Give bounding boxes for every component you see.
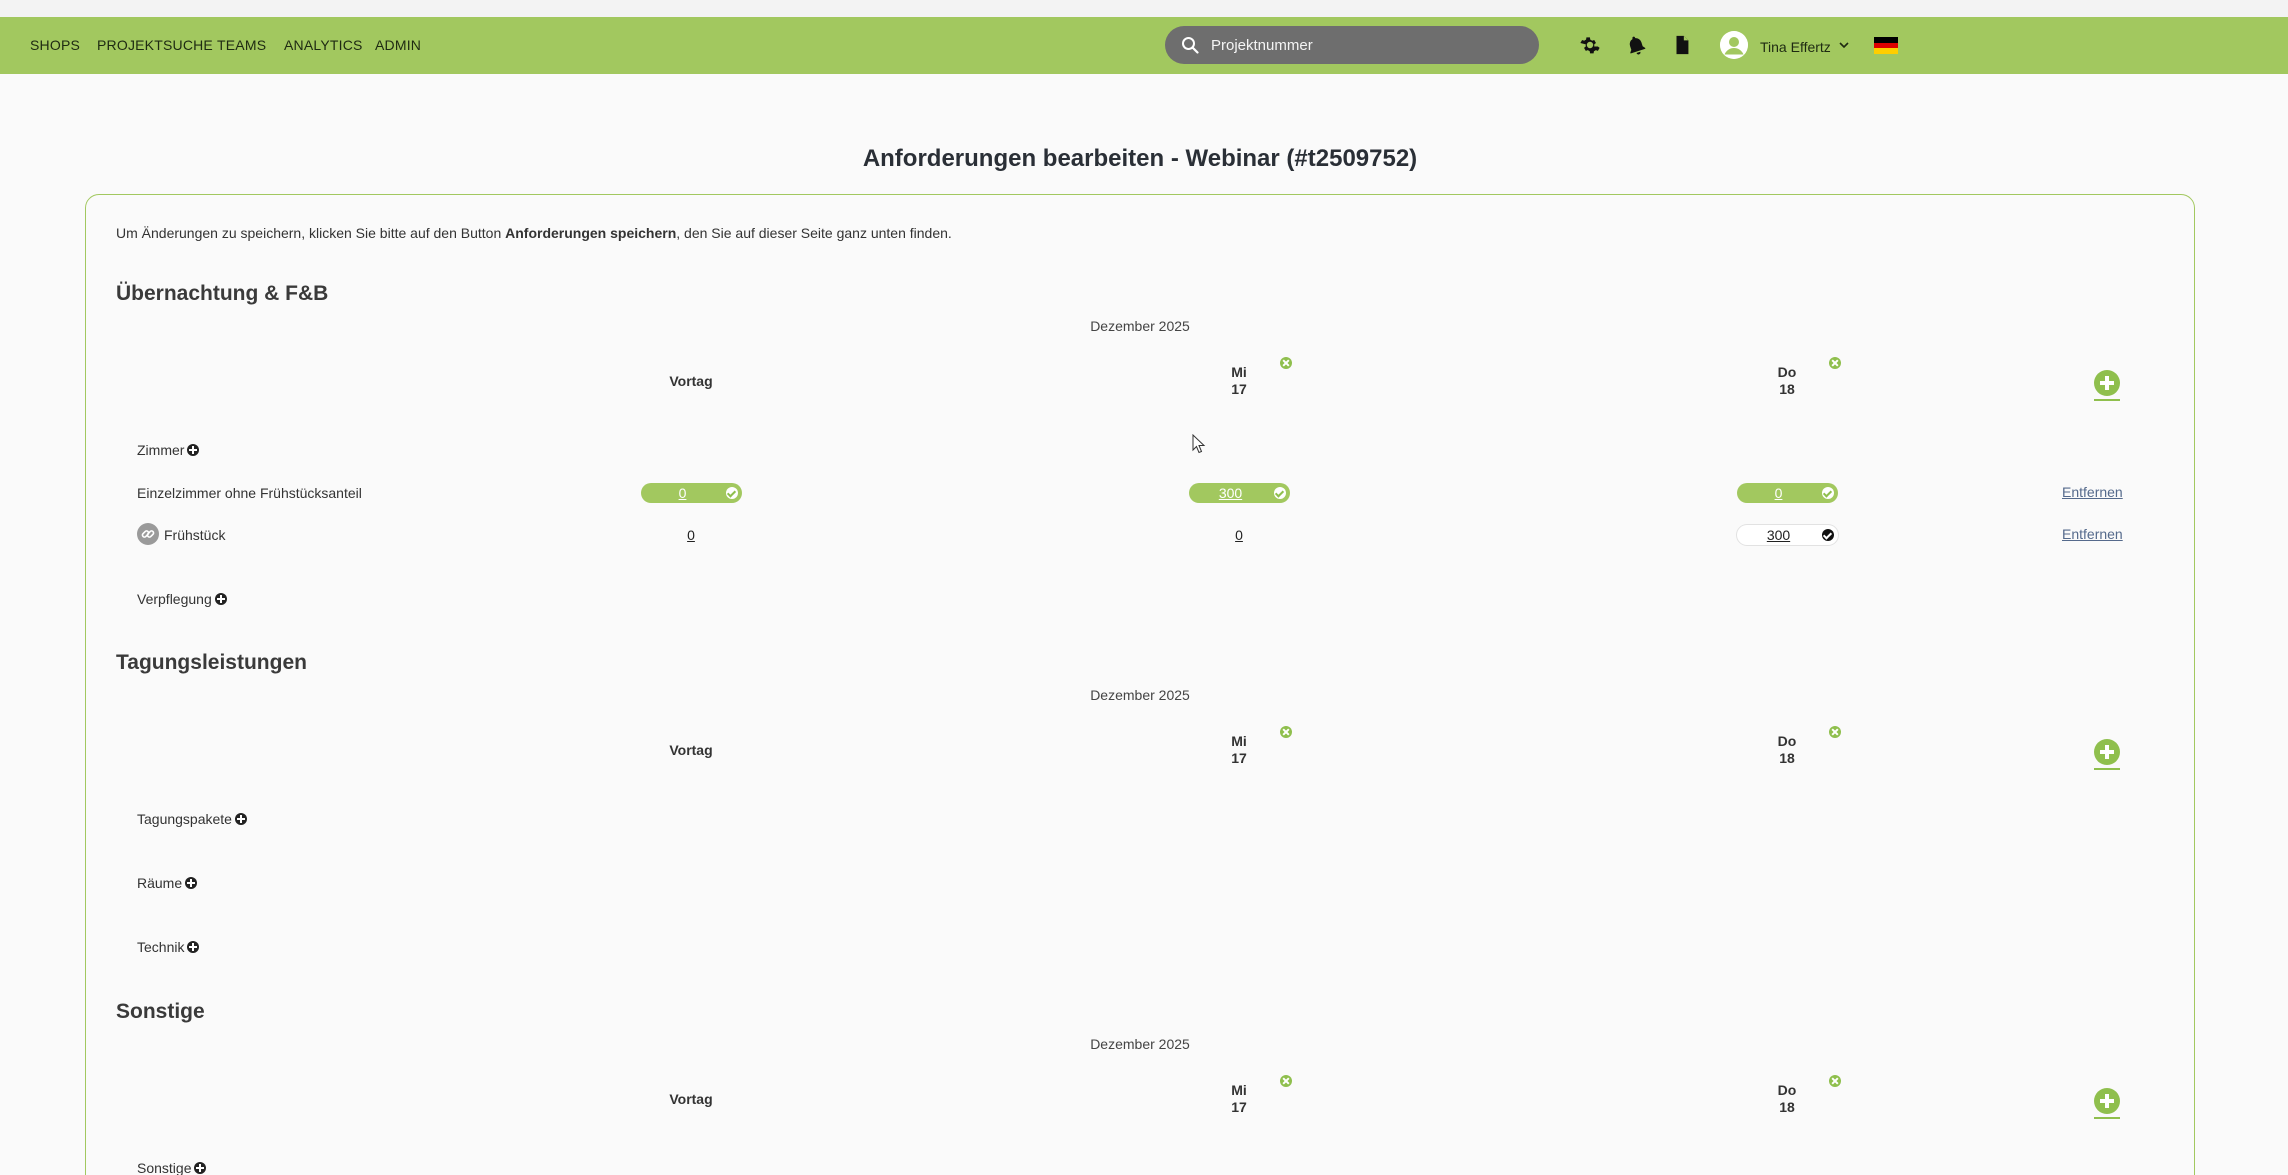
page-title: Anforderungen bearbeiten - Webinar (#t25… xyxy=(862,145,1418,172)
flag-de-icon[interactable] xyxy=(1874,37,1898,54)
value-fruehstueck-day-18[interactable]: 300 xyxy=(1737,525,1838,545)
avatar xyxy=(1720,31,1748,59)
link-icon[interactable] xyxy=(137,523,159,545)
nav-analytics[interactable]: ANALYTICS xyxy=(284,37,363,53)
nav-teams[interactable]: TEAMS xyxy=(217,37,266,53)
value-einzelzimmer-vortag[interactable]: 0 xyxy=(641,483,742,503)
column-day-18: Do 18 xyxy=(1777,364,1797,397)
column-day-18: Do 18 xyxy=(1777,733,1797,766)
browser-bookmark-strip xyxy=(0,0,2288,17)
check-icon xyxy=(1822,487,1834,499)
row-label-einzelzimmer: Einzelzimmer ohne Frühstücksanteil xyxy=(137,485,362,501)
user-name: Tina Effertz xyxy=(1760,39,1831,55)
project-search xyxy=(1165,26,1539,64)
nav-admin[interactable]: ADMIN xyxy=(375,37,421,53)
intro-text: Um Änderungen zu speichern, klicken Sie … xyxy=(116,225,952,241)
column-day-17: Mi 17 xyxy=(1231,1082,1247,1115)
check-icon xyxy=(1822,529,1834,541)
value-einzelzimmer-day-17[interactable]: 300 xyxy=(1189,483,1290,503)
column-vortag: Vortag xyxy=(669,1091,713,1107)
column-day-18: Do 18 xyxy=(1777,1082,1797,1115)
add-verpflegung-icon[interactable] xyxy=(214,593,227,605)
bell-icon[interactable] xyxy=(1625,34,1647,56)
value-fruehstueck-vortag[interactable]: 0 xyxy=(671,527,711,543)
column-vortag: Vortag xyxy=(669,373,713,389)
remove-day-17-icon[interactable] xyxy=(1280,357,1292,369)
column-day-17: Mi 17 xyxy=(1231,364,1247,397)
intro-bold: Anforderungen speichern xyxy=(505,225,677,241)
top-navbar: SHOPS PROJEKTSUCHE TEAMS ANALYTICS ADMIN… xyxy=(0,17,2288,74)
add-tagungspakete-icon[interactable] xyxy=(234,813,247,825)
requirements-card xyxy=(85,194,2195,1175)
remove-fruehstueck-link[interactable]: Entfernen xyxy=(2062,526,2123,542)
search-icon xyxy=(1182,37,1199,54)
remove-day-17-icon[interactable] xyxy=(1280,726,1292,738)
add-day-icon[interactable] xyxy=(2094,739,2120,770)
add-day-icon[interactable] xyxy=(2094,1088,2120,1119)
remove-day-18-icon[interactable] xyxy=(1829,357,1841,369)
remove-day-18-icon[interactable] xyxy=(1829,726,1841,738)
document-icon[interactable] xyxy=(1671,34,1693,56)
group-sonstige: Sonstige xyxy=(137,1160,207,1175)
nav-shops[interactable]: SHOPS xyxy=(30,37,80,53)
remove-day-18-icon[interactable] xyxy=(1829,1075,1841,1087)
value-fruehstueck-day-17[interactable]: 0 xyxy=(1219,527,1259,543)
column-vortag: Vortag xyxy=(669,742,713,758)
add-sonstige-icon[interactable] xyxy=(194,1162,207,1174)
value-einzelzimmer-day-18[interactable]: 0 xyxy=(1737,483,1838,503)
column-day-17: Mi 17 xyxy=(1231,733,1247,766)
user-icon xyxy=(1720,31,1748,59)
remove-einzelzimmer-link[interactable]: Entfernen xyxy=(2062,484,2123,500)
add-raeume-icon[interactable] xyxy=(185,877,198,889)
add-technik-icon[interactable] xyxy=(187,941,200,953)
month-label: Dezember 2025 xyxy=(1090,318,1190,334)
check-icon xyxy=(726,487,738,499)
group-raeume: Räume xyxy=(137,875,198,891)
group-verpflegung: Verpflegung xyxy=(137,591,227,607)
section-title-tagungsleistungen: Tagungsleistungen xyxy=(116,651,307,674)
nav-projektsuche[interactable]: PROJEKTSUCHE xyxy=(97,37,213,53)
group-tagungspakete: Tagungspakete xyxy=(137,811,247,827)
section-title-uebernachtung: Übernachtung & F&B xyxy=(116,282,329,305)
gear-icon[interactable] xyxy=(1579,34,1601,56)
remove-day-17-icon[interactable] xyxy=(1280,1075,1292,1087)
chevron-down-icon xyxy=(1839,42,1849,49)
group-zimmer: Zimmer xyxy=(137,442,200,458)
add-day-icon[interactable] xyxy=(2094,370,2120,401)
mouse-cursor-icon xyxy=(1192,434,1206,454)
add-zimmer-icon[interactable] xyxy=(187,444,200,456)
row-label-fruehstueck: Frühstück xyxy=(164,527,226,543)
search-input[interactable] xyxy=(1211,26,1521,64)
check-icon xyxy=(1274,487,1286,499)
month-label: Dezember 2025 xyxy=(1090,687,1190,703)
month-label: Dezember 2025 xyxy=(1090,1036,1190,1052)
section-title-sonstige: Sonstige xyxy=(116,1000,205,1023)
group-technik: Technik xyxy=(137,939,200,955)
